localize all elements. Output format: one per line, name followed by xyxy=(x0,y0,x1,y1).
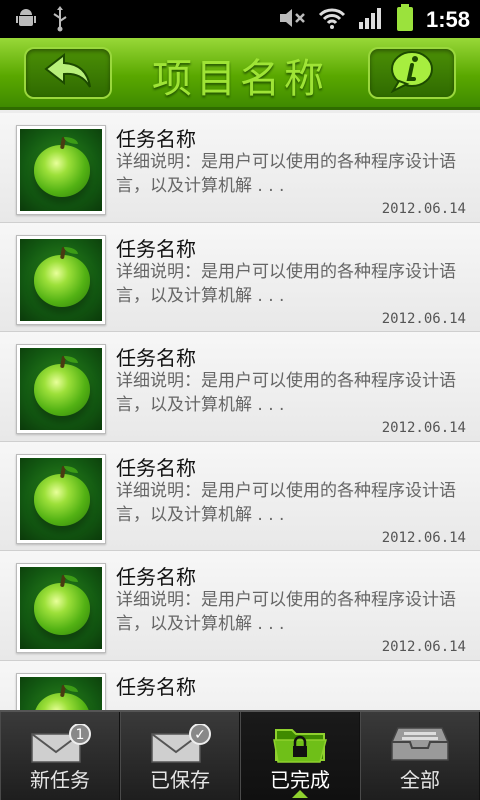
apple-thumbnail xyxy=(16,234,106,325)
apple-thumbnail xyxy=(16,344,106,434)
task-list: 任务名称 详细说明：是用户可以使用的各种程序设计语言，以及计算机解 . . . … xyxy=(0,113,480,710)
apple-thumbnail xyxy=(16,125,106,215)
tab-completed[interactable]: 已完成 xyxy=(240,712,360,800)
item-date: 2012.06.14 xyxy=(381,420,466,436)
list-item[interactable]: 任务名称 详细说明：是用户可以使用的各种程序设计语言，以及计算机解 . . . … xyxy=(0,551,480,661)
tab-label: 全部 xyxy=(400,768,440,792)
item-description: 详细说明：是用户可以使用的各种程序设计语言，以及计算机解 . . . xyxy=(116,371,456,415)
list-item[interactable]: 任务名称 详细说明：是用户可以使用的各种程序设计语言，以及计算机解 . . . … xyxy=(0,332,480,442)
lock-folder-icon xyxy=(270,724,330,768)
list-item[interactable]: 任务名称 详细说明：是用户可以使用的各种程序设计语言，以及计算机解 . . . … xyxy=(0,222,480,332)
status-bar: 1:58 xyxy=(0,0,480,38)
item-title: 任务名称 xyxy=(116,127,196,151)
battery-icon xyxy=(396,4,414,36)
item-date: 2012.06.14 xyxy=(381,639,466,655)
saved-badge: ✓ xyxy=(194,727,206,743)
mute-icon xyxy=(278,6,306,34)
tab-label: 已完成 xyxy=(270,768,330,792)
list-item[interactable]: 任务名称 xyxy=(0,660,480,710)
android-debug-icon xyxy=(14,6,38,36)
usb-icon xyxy=(50,6,70,36)
item-title: 任务名称 xyxy=(116,674,196,699)
apple-thumbnail xyxy=(16,453,106,544)
tab-new-tasks[interactable]: 1 新任务 xyxy=(0,712,120,800)
item-title: 任务名称 xyxy=(116,455,196,480)
signal-icon xyxy=(358,6,384,34)
item-title: 任务名称 xyxy=(116,346,196,370)
bottom-tab-bar: 1 新任务 ✓ 已保存 已完成 全部 xyxy=(0,710,480,800)
list-item[interactable]: 任务名称 详细说明：是用户可以使用的各种程序设计语言，以及计算机解 . . . … xyxy=(0,113,480,223)
item-title: 任务名称 xyxy=(116,565,196,589)
item-description: 详细说明：是用户可以使用的各种程序设计语言，以及计算机解 . . . xyxy=(116,480,456,525)
new-tasks-badge: 1 xyxy=(76,727,85,743)
item-description: 详细说明：是用户可以使用的各种程序设计语言，以及计算机解 . . . xyxy=(116,152,456,196)
item-date: 2012.06.14 xyxy=(381,201,466,217)
status-time: 1:58 xyxy=(425,7,470,32)
item-description: 详细说明：是用户可以使用的各种程序设计语言，以及计算机解 . . . xyxy=(116,590,456,634)
tab-label: 新任务 xyxy=(30,768,90,792)
info-icon xyxy=(387,49,437,97)
item-date: 2012.06.14 xyxy=(381,529,466,546)
item-title: 任务名称 xyxy=(116,236,196,261)
item-date: 2012.06.14 xyxy=(381,310,466,327)
apple-thumbnail xyxy=(16,672,106,710)
tab-label: 已保存 xyxy=(150,768,210,792)
wifi-icon xyxy=(318,6,346,34)
mail-icon: 1 xyxy=(28,723,92,768)
list-item[interactable]: 任务名称 详细说明：是用户可以使用的各种程序设计语言，以及计算机解 . . . … xyxy=(0,441,480,551)
inbox-tray-icon xyxy=(390,724,450,768)
app-header: 项目名称 xyxy=(0,38,480,110)
tab-saved[interactable]: ✓ 已保存 xyxy=(120,712,240,800)
item-description: 详细说明：是用户可以使用的各种程序设计语言，以及计算机解 . . . xyxy=(116,261,456,306)
apple-thumbnail xyxy=(16,563,106,653)
active-tab-marker xyxy=(292,790,308,798)
info-button[interactable] xyxy=(368,47,456,99)
tab-all[interactable]: 全部 xyxy=(360,712,480,800)
mail-saved-icon: ✓ xyxy=(148,723,212,768)
